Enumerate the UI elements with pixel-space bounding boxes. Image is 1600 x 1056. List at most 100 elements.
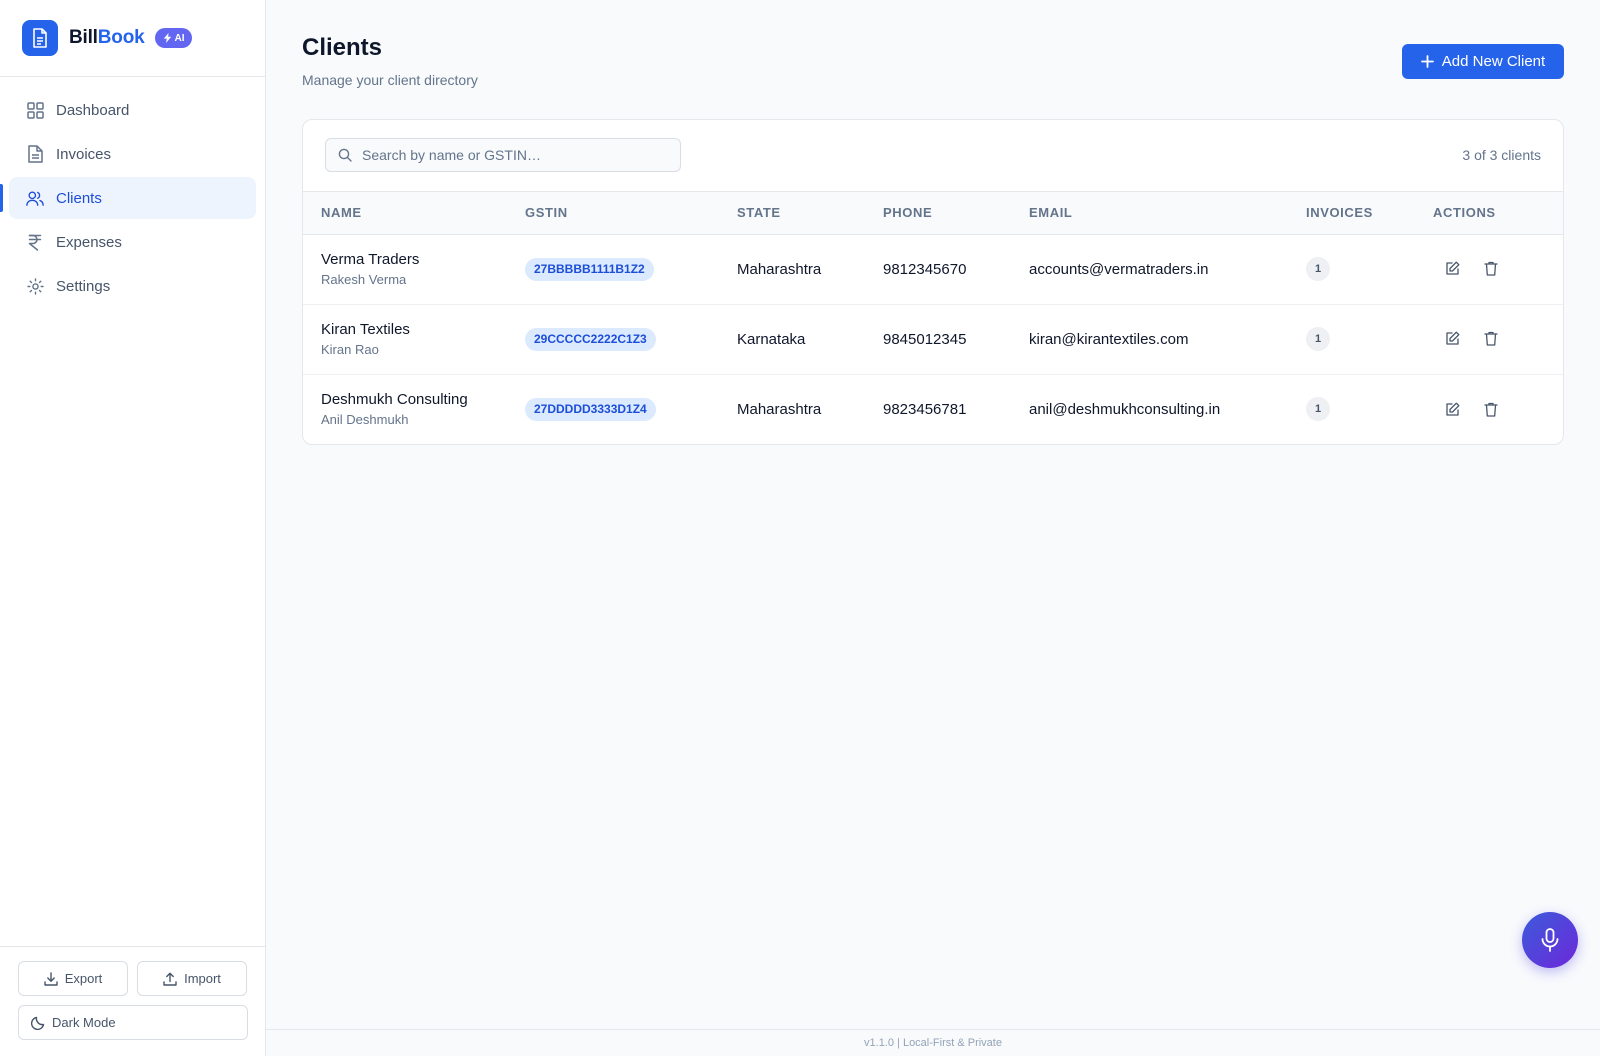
edit-icon[interactable] [1441, 398, 1463, 420]
invoices-cell: 1 [1306, 234, 1433, 304]
dark-mode-toggle[interactable]: Dark Mode [18, 1005, 248, 1040]
rupee-icon [26, 233, 44, 251]
column-header-name[interactable]: NAME [303, 192, 525, 234]
invoice-icon [26, 145, 44, 163]
brand-header: BillBook AI [0, 0, 265, 77]
search-input[interactable] [362, 147, 662, 163]
edit-icon[interactable] [1441, 328, 1463, 350]
invoices-cell: 1 [1306, 374, 1433, 444]
add-new-client-label: Add New Client [1441, 53, 1546, 70]
email-cell: anil@deshmukhconsulting.in [1029, 400, 1221, 418]
client-count: 3 of 3 clients [1462, 147, 1541, 163]
sidebar-item-label: Settings [56, 277, 111, 295]
client-contact: Anil Deshmukh [321, 412, 409, 428]
invoice-count-badge: 1 [1306, 327, 1330, 351]
invoices-cell: 1 [1306, 304, 1433, 374]
client-name: Kiran Textiles [321, 321, 410, 338]
phone-cell: 9845012345 [883, 330, 967, 348]
microphone-icon [1541, 928, 1559, 952]
search-icon [338, 148, 352, 162]
client-name: Deshmukh Consulting [321, 391, 468, 409]
gstin-cell: 27DDDDD3333D1Z4 [525, 374, 737, 444]
version-text: v1.1.0 | Local-First & Private [864, 1037, 1002, 1049]
sidebar-item-clients[interactable]: Clients [0, 177, 256, 219]
column-header-gstin[interactable]: GSTIN [525, 192, 737, 234]
state-cell: Maharashtra [737, 260, 822, 278]
brand-name-part2: Book [97, 27, 145, 48]
gstin-cell: 27BBBBB1111B1Z2 [525, 234, 737, 304]
actions-cell [1433, 374, 1563, 444]
column-header-email[interactable]: EMAIL [1029, 192, 1306, 234]
sidebar: BillBook AI Dashboard Invoices Clients E… [0, 0, 266, 1056]
edit-icon[interactable] [1441, 258, 1463, 280]
sidebar-item-label: Invoices [56, 145, 112, 163]
download-icon [44, 971, 58, 986]
delete-icon[interactable] [1480, 398, 1502, 420]
plus-icon [1420, 55, 1434, 68]
clients-table: NAME GSTIN STATE PHONE EMAIL INVOICES AC… [303, 192, 1563, 444]
gstin-badge: 27BBBBB1111B1Z2 [525, 257, 654, 281]
ai-badge-label: AI [174, 32, 185, 44]
ai-badge: AI [155, 28, 193, 48]
delete-icon[interactable] [1480, 328, 1502, 350]
table-row[interactable]: Kiran Textiles Kiran Rao 29CCCCC2222C1Z3… [303, 304, 1563, 374]
client-name-cell: Deshmukh Consulting Anil Deshmukh [303, 374, 525, 444]
import-label: Import [184, 971, 221, 986]
sidebar-item-settings[interactable]: Settings [9, 265, 256, 307]
invoice-count-badge: 1 [1306, 397, 1330, 422]
phone-cell: 9823456781 [883, 400, 967, 418]
lightning-icon [164, 33, 172, 43]
users-icon [26, 189, 44, 207]
state-cell: Karnataka [737, 330, 806, 348]
sidebar-item-label: Expenses [56, 233, 122, 251]
client-contact: Rakesh Verma [321, 272, 407, 287]
search-box[interactable] [325, 138, 681, 172]
phone-cell: 9812345670 [883, 260, 967, 278]
brand-name: BillBook [69, 27, 145, 49]
sidebar-footer: Export Import Dark Mode [0, 946, 265, 1056]
sidebar-item-invoices[interactable]: Invoices [9, 133, 256, 175]
app-footer: v1.1.0 | Local-First & Private [266, 1029, 1600, 1056]
brand-name-part1: Bill [69, 27, 98, 48]
column-header-invoices[interactable]: INVOICES [1306, 192, 1433, 234]
sidebar-item-dashboard[interactable]: Dashboard [9, 89, 256, 131]
sidebar-item-label: Clients [56, 189, 102, 207]
gear-icon [26, 277, 44, 295]
client-name: Verma Traders [321, 251, 420, 268]
table-row[interactable]: Deshmukh Consulting Anil Deshmukh 27DDDD… [303, 374, 1563, 444]
column-header-actions: ACTIONS [1433, 205, 1496, 221]
actions-cell [1433, 304, 1563, 374]
email-cell: kiran@kirantextiles.com [1029, 330, 1189, 348]
gstin-cell: 29CCCCC2222C1Z3 [525, 304, 737, 374]
client-name-cell: Kiran Textiles Kiran Rao [303, 304, 525, 374]
client-name-cell: Verma Traders Rakesh Verma [303, 234, 525, 304]
card-toolbar: 3 of 3 clients [303, 120, 1563, 192]
column-header-state[interactable]: STATE [737, 192, 883, 234]
column-header-phone[interactable]: PHONE [883, 192, 1029, 234]
sidebar-nav: Dashboard Invoices Clients Expenses Sett… [0, 77, 265, 307]
page-title: Clients [302, 34, 383, 61]
invoice-count-badge: 1 [1306, 257, 1330, 281]
main-content: Clients Manage your client directory Add… [266, 0, 1600, 1056]
dashboard-icon [26, 101, 44, 119]
delete-icon[interactable] [1480, 258, 1502, 280]
email-cell: accounts@vermatraders.in [1029, 260, 1209, 278]
import-button[interactable]: Import [137, 961, 247, 996]
gstin-badge: 27DDDDD3333D1Z4 [525, 397, 656, 421]
billbook-logo-icon[interactable] [22, 20, 58, 56]
state-cell: Maharashtra [737, 400, 822, 418]
clients-card: 3 of 3 clients NAME GSTIN STATE PHONE EM… [302, 119, 1564, 445]
table-row[interactable]: Verma Traders Rakesh Verma 27BBBBB1111B1… [303, 234, 1563, 304]
sidebar-item-label: Dashboard [56, 101, 130, 119]
page-subtitle: Manage your client directory [302, 72, 478, 88]
add-new-client-button[interactable]: Add New Client [1402, 44, 1564, 79]
dark-mode-label: Dark Mode [52, 1015, 116, 1030]
export-button[interactable]: Export [18, 961, 128, 996]
voice-assistant-button[interactable] [1522, 912, 1578, 968]
table-header-row: NAME GSTIN STATE PHONE EMAIL INVOICES AC… [303, 192, 1563, 234]
export-label: Export [64, 971, 103, 986]
sidebar-item-expenses[interactable]: Expenses [9, 221, 256, 263]
actions-cell [1433, 234, 1563, 304]
moon-icon [31, 1016, 45, 1030]
client-contact: Kiran Rao [321, 342, 379, 357]
